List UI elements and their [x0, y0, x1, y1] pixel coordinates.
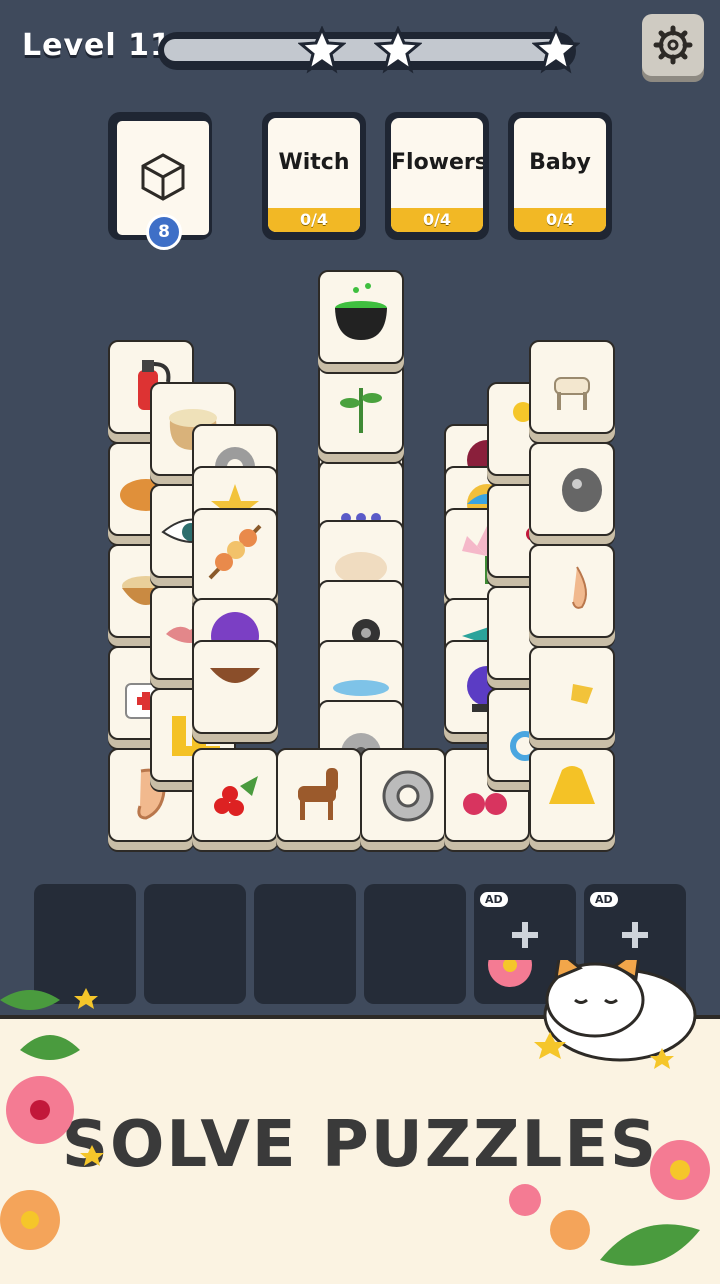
- horse-icon: [298, 768, 338, 820]
- goal-label: Baby: [529, 150, 591, 175]
- tile-goat[interactable]: [529, 340, 615, 434]
- ad-badge: AD: [480, 892, 508, 907]
- cauldron-icon: [335, 283, 387, 340]
- star-icon: [532, 26, 580, 74]
- plus-icon: [622, 922, 648, 948]
- clay-pot-icon: [210, 668, 260, 683]
- gas-mask-icon: [562, 468, 602, 512]
- tile-pot[interactable]: [192, 640, 278, 734]
- tile-berries[interactable]: [192, 748, 278, 842]
- progress-track: [164, 39, 564, 61]
- raincoat-icon: [549, 766, 595, 804]
- goal-progress: 0/4: [514, 208, 606, 232]
- deck-count-badge: 8: [146, 214, 182, 250]
- gear-icon: [653, 25, 693, 65]
- goal-card-witch: Witch 0/4: [262, 112, 366, 240]
- cheese-bits-icon: [571, 684, 593, 704]
- goal-card-baby: Baby 0/4: [508, 112, 612, 240]
- tile-bearing[interactable]: [360, 748, 446, 842]
- goal-label: Flowers: [391, 150, 483, 175]
- plant-icon: [340, 388, 382, 433]
- goal-label: Witch: [278, 150, 350, 175]
- tile-plant[interactable]: [318, 360, 404, 454]
- berries-icon: [214, 776, 258, 816]
- floral-decoration: [0, 960, 710, 1266]
- star-icon: [298, 26, 346, 74]
- plus-icon: [512, 922, 538, 948]
- goal-card-flowers: Flowers 0/4: [385, 112, 489, 240]
- tile-cheese-bits[interactable]: [529, 646, 615, 740]
- tile-nose[interactable]: [529, 544, 615, 638]
- skewer-icon: [208, 524, 262, 580]
- ad-badge: AD: [590, 892, 618, 907]
- cube-icon: [141, 153, 185, 201]
- settings-button[interactable]: [642, 14, 704, 76]
- star-icon: [374, 26, 422, 74]
- tile-raincoat[interactable]: [529, 748, 615, 842]
- level-title: Level 11: [22, 28, 172, 63]
- tile-horse[interactable]: [276, 748, 362, 842]
- tile-gas-mask[interactable]: [529, 442, 615, 536]
- goal-progress: 0/4: [268, 208, 360, 232]
- cat-illustration: [543, 960, 697, 1062]
- tile-cauldron[interactable]: [318, 270, 404, 364]
- tile-skewer[interactable]: [192, 508, 278, 602]
- goal-progress: 0/4: [391, 208, 483, 232]
- goat-icon: [554, 377, 590, 410]
- bearing-icon: [382, 770, 434, 822]
- nose-icon: [572, 566, 587, 609]
- level-progress-bar: [158, 26, 580, 74]
